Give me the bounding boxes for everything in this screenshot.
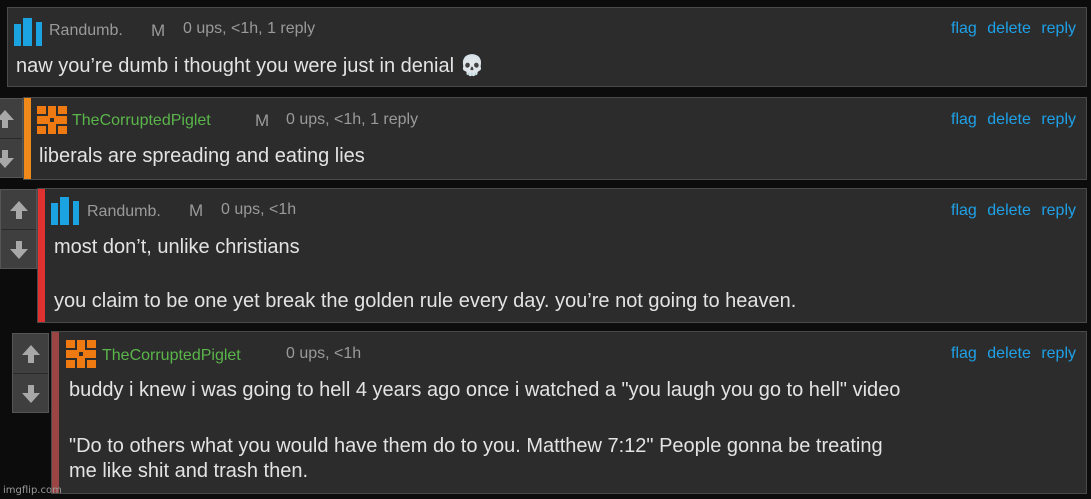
comment-actions: flag delete reply <box>945 345 1076 363</box>
vote-control <box>12 333 49 413</box>
comment-4: TheCorruptedPiglet 0 ups, <1h flag delet… <box>51 331 1087 494</box>
username[interactable]: Randumb. <box>87 203 161 221</box>
comment-text: naw you’re dumb i thought you were just … <box>16 55 485 77</box>
downvote-button[interactable] <box>13 373 48 413</box>
comment-text-line-1: most don’t, unlike christians <box>54 236 300 258</box>
reply-link[interactable]: reply <box>1041 111 1076 128</box>
watermark: imgflip.com <box>3 485 62 496</box>
reply-link[interactable]: reply <box>1041 345 1076 362</box>
thread-accent-bar <box>24 98 31 179</box>
delete-link[interactable]: delete <box>987 345 1031 362</box>
thread-accent-bar <box>52 332 59 493</box>
arrow-down-icon <box>9 240 28 259</box>
comment-meta: 0 ups, <1h <box>221 201 297 218</box>
comment-meta: 0 ups, <1h <box>286 345 362 362</box>
comment-text: liberals are spreading and eating lies <box>39 145 365 167</box>
downvote-button[interactable] <box>0 138 22 178</box>
blue-bars-avatar-icon[interactable] <box>14 18 44 46</box>
orange-cross-avatar-icon[interactable] <box>37 106 67 134</box>
flag-link[interactable]: flag <box>951 111 977 128</box>
flag-link[interactable]: flag <box>951 202 977 219</box>
delete-link[interactable]: delete <box>987 111 1031 128</box>
arrow-down-icon <box>21 384 40 403</box>
comment-meta: 0 ups, <1h, 1 reply <box>183 20 316 37</box>
upvote-button[interactable] <box>0 99 22 138</box>
downvote-button[interactable] <box>1 229 36 269</box>
username[interactable]: TheCorruptedPiglet <box>72 112 211 130</box>
comment-text-line-3: me like shit and trash then. <box>69 460 309 482</box>
delete-link[interactable]: delete <box>987 202 1031 219</box>
comment-actions: flag delete reply <box>945 202 1076 220</box>
arrow-down-icon <box>0 149 14 168</box>
reply-link[interactable]: reply <box>1041 202 1076 219</box>
comment-actions: flag delete reply <box>945 111 1076 129</box>
delete-link[interactable]: delete <box>987 20 1031 37</box>
upvote-button[interactable] <box>1 190 36 229</box>
vote-control <box>0 189 37 269</box>
upvote-button[interactable] <box>13 334 48 373</box>
username[interactable]: TheCorruptedPiglet <box>102 347 241 365</box>
flag-link[interactable]: flag <box>951 345 977 362</box>
comment-text-line-2: you claim to be one yet break the golden… <box>54 290 797 312</box>
mod-badge: M <box>151 21 166 40</box>
arrow-up-icon <box>21 344 40 363</box>
username[interactable]: Randumb. <box>49 22 123 40</box>
vote-control <box>0 98 23 178</box>
blue-bars-avatar-icon[interactable] <box>51 197 81 225</box>
comment-text-line-1: buddy i knew i was going to hell 4 years… <box>69 379 901 401</box>
arrow-up-icon <box>9 200 28 219</box>
comment-3: Randumb. M 0 ups, <1h flag delete reply … <box>37 188 1087 323</box>
flag-link[interactable]: flag <box>951 20 977 37</box>
mod-badge: M <box>255 111 270 130</box>
comment-meta: 0 ups, <1h, 1 reply <box>286 111 419 128</box>
comment-1: Randumb. M 0 ups, <1h, 1 reply flag dele… <box>7 7 1087 87</box>
thread-accent-bar <box>38 189 45 322</box>
mod-badge: M <box>189 201 204 220</box>
comment-text-line-2: "Do to others what you would have them d… <box>69 435 883 457</box>
comment-actions: flag delete reply <box>945 20 1076 38</box>
orange-cross-avatar-icon[interactable] <box>66 340 96 368</box>
comment-2: TheCorruptedPiglet M 0 ups, <1h, 1 reply… <box>23 97 1087 180</box>
reply-link[interactable]: reply <box>1041 20 1076 37</box>
arrow-up-icon <box>0 109 14 128</box>
